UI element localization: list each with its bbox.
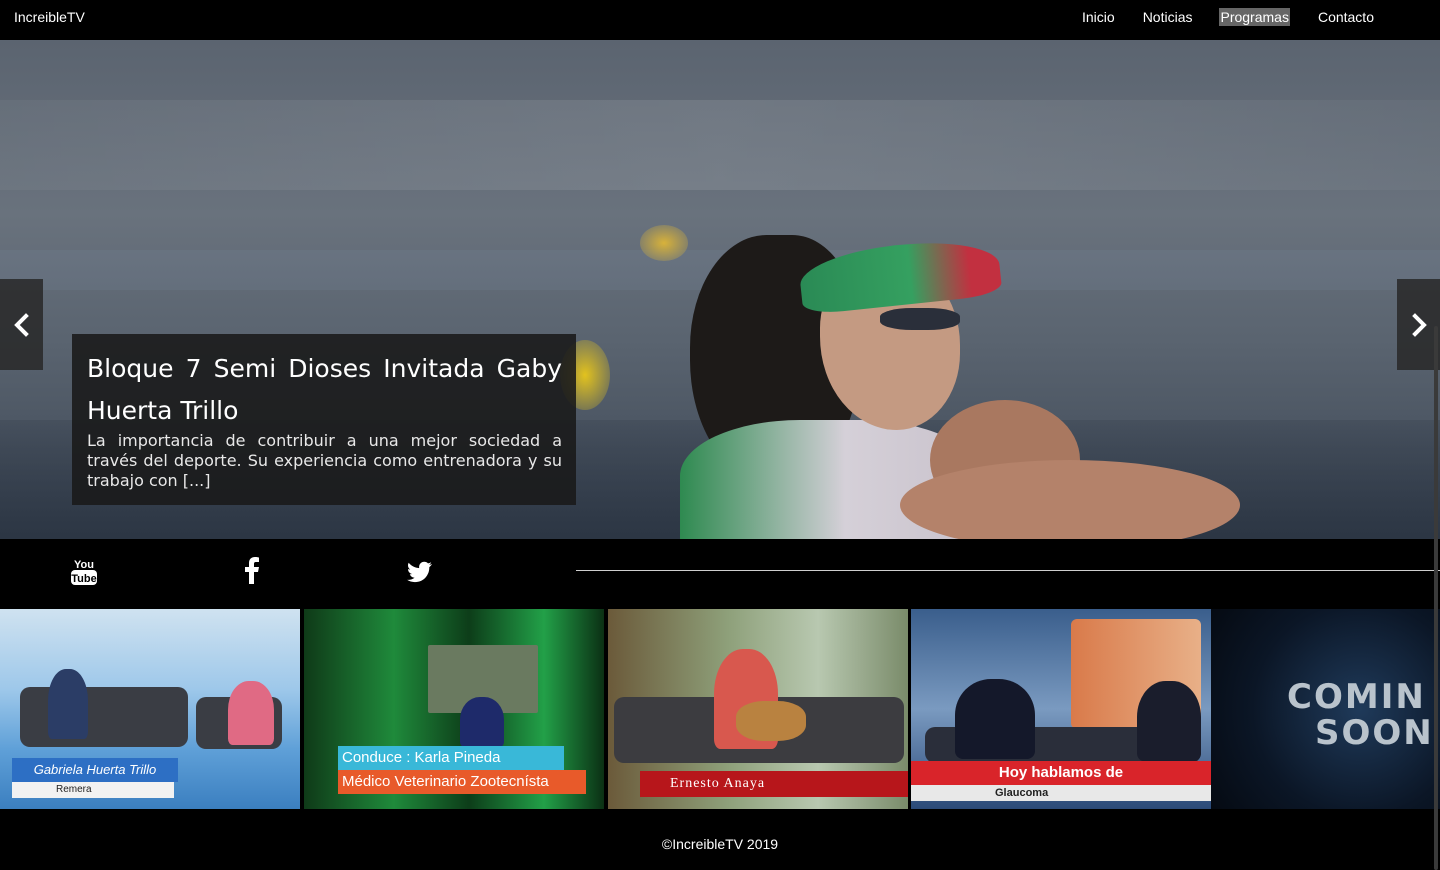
programs-strip: Gabriela Huerta Trillo Remera Conduce : … [0,609,1440,809]
tile-image-person [955,679,1035,759]
social-divider-line [576,570,1440,571]
program-lower-third-subtitle: Remera [12,782,174,798]
nav-item-noticias[interactable]: Noticias [1143,8,1193,26]
footer: ©IncreibleTV 2019 [0,809,1440,870]
program-tile[interactable]: Conduce : Karla Pineda Médico Veterinari… [304,609,604,809]
main-nav: Inicio Noticias Programas Contacto [1068,8,1374,26]
svg-text:Tube: Tube [71,573,96,585]
program-lower-third-subtitle: Glaucoma [911,785,1211,801]
svg-text:You: You [74,559,94,571]
hero-carousel: Bloque 7 Semi Dioses Invitada Gaby Huert… [0,40,1440,539]
chevron-left-icon [13,312,29,337]
top-navbar: IncreibleTV Inicio Noticias Programas Co… [0,0,1440,40]
youtube-icon[interactable]: You Tube [70,556,98,586]
hero-description: La importancia de contribuir a una mejor… [87,431,562,490]
program-tile[interactable]: Gabriela Huerta Trillo Remera [0,609,300,809]
nav-item-programas[interactable]: Programas [1219,8,1290,26]
hero-caption[interactable]: Bloque 7 Semi Dioses Invitada Gaby Huert… [72,334,576,505]
tile-image-person [48,669,88,739]
hero-image-athlete-visor [797,234,1003,316]
program-lower-third-host: Conduce : Karla Pineda [338,746,564,770]
tile-image-sofa [20,687,188,747]
chevron-right-icon [1411,312,1427,337]
page-scrollbar[interactable] [1434,326,1438,870]
social-bar: You Tube [0,539,1440,609]
nav-item-contacto[interactable]: Contacto [1318,8,1374,26]
facebook-icon[interactable] [238,556,266,586]
coming-soon-line2: SOON [1315,713,1434,753]
coming-soon-line1: COMIN [1287,677,1426,717]
program-tile[interactable]: Ernesto Anaya [608,609,908,809]
program-tile[interactable]: Hoy hablamos de Glaucoma [911,609,1211,809]
program-lower-third-name: Ernesto Anaya [640,771,908,797]
hero-image-water-band [0,100,1440,190]
tile-image-person [1137,681,1201,761]
coming-soon-text: COMIN SOON [1287,679,1434,751]
tile-image-person [228,681,274,745]
program-lower-third-name: Gabriela Huerta Trillo [12,758,178,782]
footer-copyright: ©IncreibleTV 2019 [661,836,779,852]
hero-title[interactable]: Bloque 7 Semi Dioses Invitada Gaby Huert… [87,348,562,432]
tile-image-guitar [736,701,806,741]
carousel-prev-button[interactable] [0,279,43,370]
program-tile-coming-soon[interactable]: COMIN SOON [1211,609,1440,809]
hero-image-athlete-glasses [880,308,960,330]
hero-image-buoy [640,225,688,261]
program-lower-third-subtitle: Médico Veterinario Zootecnísta [338,770,586,794]
tile-image-person [460,697,504,747]
brand-logo-text[interactable]: IncreibleTV [14,9,85,25]
program-lower-third-title: Hoy hablamos de [911,761,1211,785]
twitter-icon[interactable] [406,556,434,586]
nav-item-inicio[interactable]: Inicio [1082,8,1115,26]
